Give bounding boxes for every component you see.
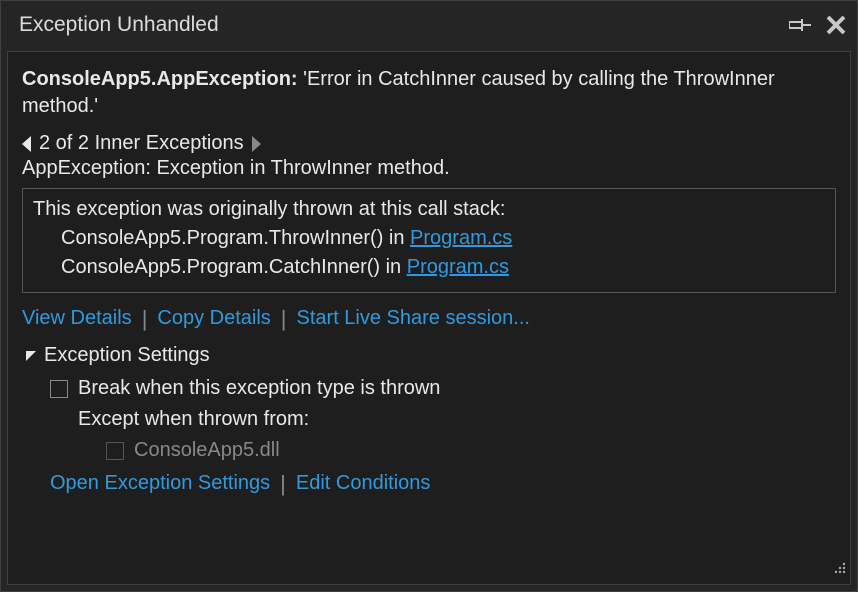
dll-row: ConsoleApp5.dll (50, 435, 836, 466)
except-when-label: Except when thrown from: (50, 404, 836, 435)
inner-exception-detail: AppException: Exception in ThrowInner me… (22, 157, 836, 180)
exception-settings-toggle[interactable]: Exception Settings (22, 344, 836, 367)
edit-conditions-link[interactable]: Edit Conditions (296, 472, 431, 495)
source-file-link[interactable]: Program.cs (407, 256, 509, 278)
copy-details-link[interactable]: Copy Details (157, 307, 270, 330)
next-inner-icon[interactable] (252, 136, 261, 152)
live-share-link[interactable]: Start Live Share session... (297, 307, 530, 330)
open-exception-settings-link[interactable]: Open Exception Settings (50, 472, 270, 495)
exception-message: ConsoleApp5.AppException: 'Error in Catc… (22, 66, 836, 120)
action-row: View Details | Copy Details | Start Live… (22, 307, 836, 330)
source-file-link[interactable]: Program.cs (410, 227, 512, 249)
frame-text: ConsoleApp5.Program.CatchInner() in (61, 256, 407, 278)
break-label: Break when this exception type is thrown (78, 373, 440, 404)
titlebar-controls (789, 14, 847, 36)
dll-name: ConsoleApp5.dll (134, 435, 280, 466)
callstack-box: This exception was originally thrown at … (22, 188, 836, 293)
expand-icon (26, 351, 36, 361)
separator: | (142, 308, 148, 330)
exception-helper-window: Exception Unhandled ConsoleApp5.AppExcep… (0, 0, 858, 592)
separator: | (280, 473, 286, 495)
stack-frame: ConsoleApp5.Program.CatchInner() in Prog… (33, 253, 825, 282)
inner-nav-text: 2 of 2 Inner Exceptions (39, 132, 244, 155)
bottom-links: Open Exception Settings | Edit Condition… (22, 472, 836, 495)
exception-type: ConsoleApp5.AppException: (22, 68, 298, 90)
stack-frame: ConsoleApp5.Program.ThrowInner() in Prog… (33, 224, 825, 253)
break-checkbox[interactable] (50, 380, 68, 398)
dll-checkbox (106, 442, 124, 460)
close-icon[interactable] (825, 14, 847, 36)
separator: | (281, 308, 287, 330)
frame-text: ConsoleApp5.Program.ThrowInner() in (61, 227, 410, 249)
settings-header-label: Exception Settings (44, 344, 210, 367)
titlebar: Exception Unhandled (1, 1, 857, 49)
content-area: ConsoleApp5.AppException: 'Error in Catc… (7, 51, 851, 585)
prev-inner-icon[interactable] (22, 136, 31, 152)
inner-exception-nav: 2 of 2 Inner Exceptions (22, 132, 836, 155)
titlebar-title: Exception Unhandled (19, 13, 219, 37)
pin-icon[interactable] (789, 17, 811, 33)
settings-body: Break when this exception type is thrown… (22, 373, 836, 466)
callstack-intro: This exception was originally thrown at … (33, 195, 825, 224)
view-details-link[interactable]: View Details (22, 307, 132, 330)
break-checkbox-row: Break when this exception type is thrown (50, 373, 836, 404)
resize-grip-icon[interactable] (832, 558, 846, 580)
